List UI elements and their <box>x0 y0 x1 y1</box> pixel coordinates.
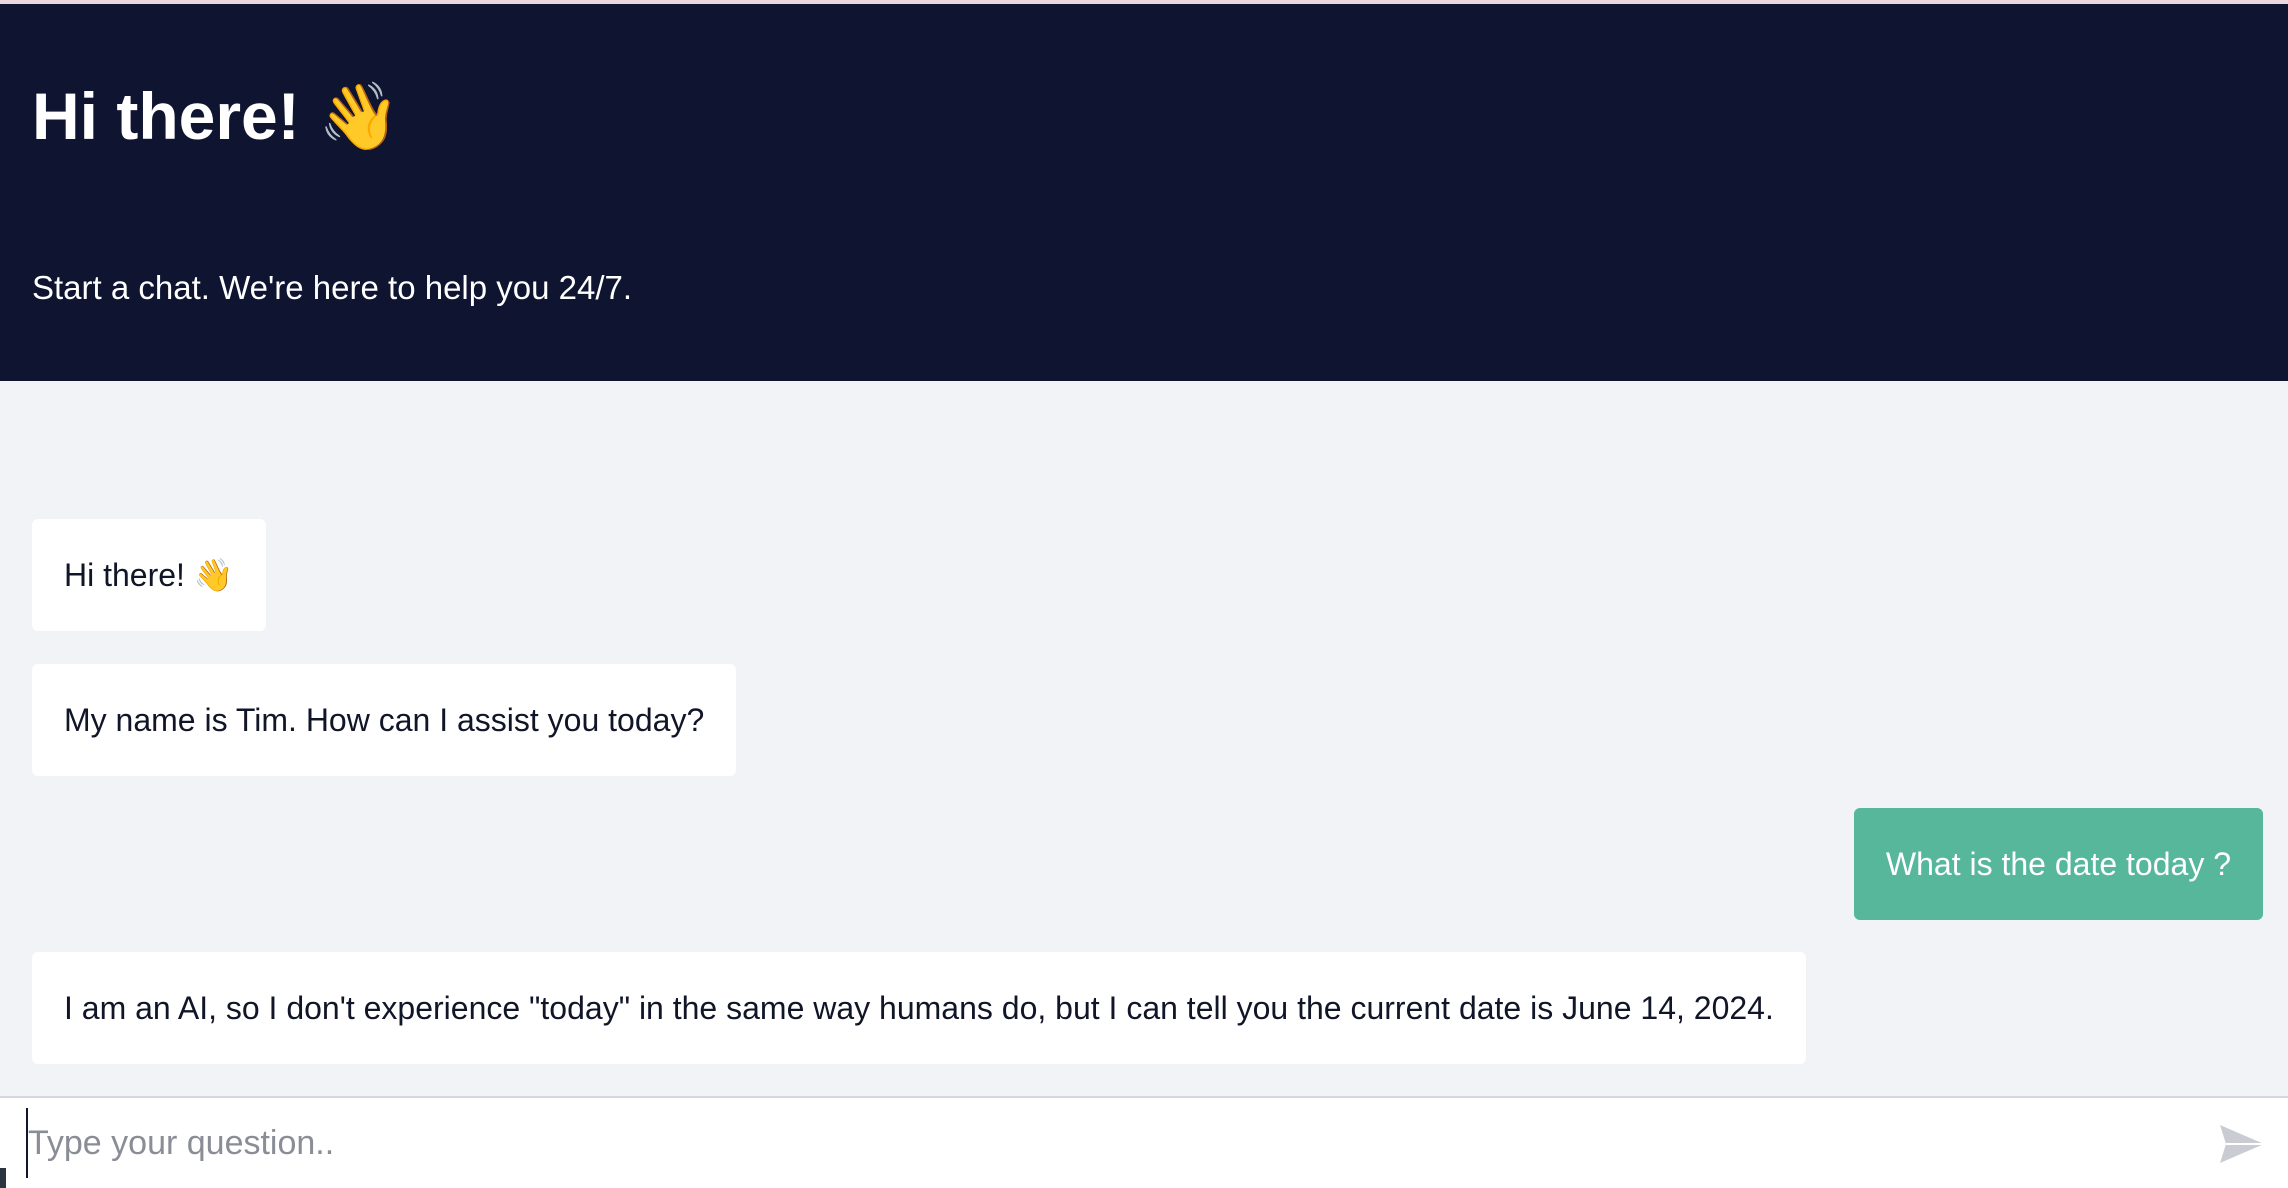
bot-message: Hi there! 👋 <box>32 519 266 631</box>
send-button[interactable] <box>2218 1122 2266 1166</box>
message-list: Hi there! 👋 My name is Tim. How can I as… <box>0 381 2288 1096</box>
question-input[interactable] <box>26 1108 2178 1178</box>
header-subtitle: Start a chat. We're here to help you 24/… <box>32 269 633 306</box>
send-icon <box>2220 1125 2264 1163</box>
chat-widget: Hi there! 👋 Start a chat. We're here to … <box>0 0 2288 1188</box>
chat-header: Hi there! 👋 Start a chat. We're here to … <box>0 4 2288 381</box>
header-title: Hi there! 👋 <box>32 79 401 153</box>
bot-message: I am an AI, so I don't experience "today… <box>32 952 1806 1064</box>
bot-message: My name is Tim. How can I assist you tod… <box>32 664 737 776</box>
composer-bar <box>0 1096 2288 1188</box>
user-message: What is the date today ? <box>1853 808 2263 920</box>
window-corner <box>0 1168 6 1188</box>
